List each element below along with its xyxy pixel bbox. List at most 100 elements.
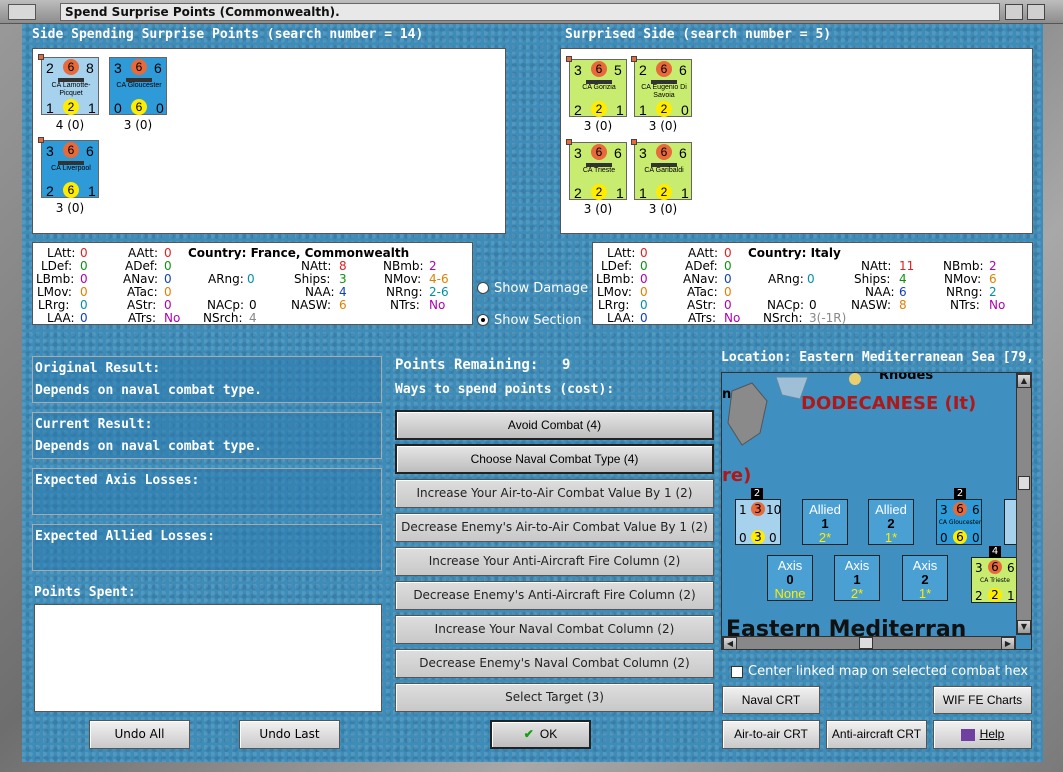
select-target-button[interactable]: Select Target (3) <box>395 683 714 712</box>
stat-label: NSrch: <box>203 311 243 325</box>
unit-name: CA Liverpool <box>51 165 91 172</box>
table-title: Axis <box>844 558 870 573</box>
table-title: Axis <box>777 558 803 573</box>
unit-value: 2 <box>574 102 582 118</box>
stat-value: 0 <box>807 272 815 286</box>
table-number: 2 <box>887 516 895 531</box>
undo-last-button[interactable]: Undo Last <box>239 720 340 749</box>
unit-value: 3 <box>574 62 582 78</box>
unit-caption: 3 (0) <box>55 201 85 215</box>
unit-value: 6 <box>679 62 687 78</box>
unit-value: 6 <box>63 59 79 75</box>
show-damage-radio[interactable]: Show Damage <box>477 281 588 296</box>
show-section-radio[interactable]: Show Section <box>477 313 582 328</box>
table-number: 1 <box>853 572 861 587</box>
avoid-combat-button[interactable]: Avoid Combat (4) <box>395 410 714 440</box>
surprised-side-units-panel[interactable]: 3 6 5 CA Gorizia 2 2 1 3 (0) 2 6 6 CA Eu… <box>560 48 1033 234</box>
stat-value: 0 <box>80 311 88 325</box>
stat-label: NTrs: <box>390 298 420 312</box>
spending-side-units-panel[interactable]: 2 6 8 CA Lamotte-Picquet 1 2 1 4 (0) 3 6… <box>32 48 506 234</box>
unit-value: 2 <box>988 588 1002 602</box>
combat-map[interactable]: Rhodes n DODECANESE (It) re) 1 3 10 0 3 … <box>721 372 1032 650</box>
unit-value: 2 <box>46 60 54 76</box>
naval-crt-button[interactable]: Naval CRT <box>722 686 820 714</box>
unit-value: 6 <box>614 145 622 161</box>
decrease-enemy-air-to-air-button[interactable]: Decrease Enemy's Air-to-Air Combat Value… <box>395 513 714 542</box>
unit-counter[interactable]: 3 6 6 CA Garibaldi 1 2 1 <box>631 139 692 201</box>
stat-label: NSrch: <box>763 311 803 325</box>
unit-value: 6 <box>972 503 980 517</box>
map-partial-label: n <box>722 387 732 402</box>
unit-value: 2 <box>656 101 672 117</box>
stat-label: ATrs: <box>688 311 717 325</box>
allied-table-1[interactable]: Allied 1 2* <box>802 499 848 545</box>
decrease-enemy-naval-combat-button[interactable]: Decrease Enemy's Naval Combat Column (2) <box>395 649 714 678</box>
allied-table-2[interactable]: Allied 2 1* <box>868 499 914 545</box>
map-unit-counter[interactable]: 3 6 6 CA Gloucester 0 6 0 <box>936 499 982 545</box>
points-remaining-value: 9 <box>562 357 571 373</box>
center-linked-map-checkbox[interactable]: Center linked map on selected combat hex <box>731 664 1028 679</box>
points-spent-list[interactable] <box>34 604 382 712</box>
axis-table-0[interactable]: Axis 0 None <box>767 555 813 601</box>
map-horizontal-scrollbar[interactable]: ◀ ▶ <box>722 636 1016 649</box>
air-to-air-crt-button[interactable]: Air-to-air CRT <box>722 720 820 749</box>
unit-marker <box>38 137 44 143</box>
unit-value: 2 <box>591 101 607 117</box>
unit-counter[interactable]: 3 6 6 CA Trieste 2 2 1 <box>566 139 627 201</box>
undo-all-button[interactable]: Undo All <box>89 720 190 749</box>
scroll-thumb[interactable] <box>1018 476 1030 490</box>
scroll-right-icon[interactable]: ▶ <box>1001 637 1015 649</box>
radio-label: Show Damage <box>494 281 589 296</box>
unit-counter[interactable]: 3 6 5 CA Gorizia 2 2 1 <box>566 56 627 118</box>
unit-value: 1 <box>639 185 647 201</box>
unit-value: 6 <box>656 61 672 77</box>
anti-aircraft-crt-button[interactable]: Anti-aircraft CRT <box>826 720 927 749</box>
scroll-thumb[interactable] <box>859 637 873 649</box>
axis-table-1[interactable]: Axis 1 2* <box>834 555 880 601</box>
unit-counter[interactable]: 3 6 6 CA Liverpool 2 6 1 <box>38 137 99 198</box>
points-remaining-label: Points Remaining: <box>395 357 539 373</box>
system-menu-button[interactable] <box>8 4 36 20</box>
unit-value: 0 <box>940 531 948 545</box>
map-vertical-scrollbar[interactable]: ▲ ▼ <box>1016 373 1031 635</box>
unit-counter[interactable]: 2 6 8 CA Lamotte-Picquet 1 2 1 <box>38 54 99 115</box>
ok-button[interactable]: ✔ OK <box>490 720 591 749</box>
unit-counter[interactable]: 3 6 6 CA Gloucester 0 6 0 <box>109 57 167 115</box>
map-unit-counter[interactable]: 1 3 10 0 3 0 <box>735 499 781 545</box>
scroll-left-icon[interactable]: ◀ <box>723 637 737 649</box>
unit-value: 1 <box>616 185 624 201</box>
axis-table-2[interactable]: Axis 2 1* <box>902 555 948 601</box>
scroll-down-icon[interactable]: ▼ <box>1017 620 1031 634</box>
help-button[interactable]: Help <box>933 720 1032 749</box>
map-unit-counter[interactable]: 3 6 6 CA Trieste 2 2 1 <box>971 557 1017 603</box>
unit-value: 6 <box>953 502 967 516</box>
unit-counter[interactable]: 2 6 6 CA Eugenio Di Savoia 1 2 0 <box>631 56 692 118</box>
radio-label: Show Section <box>494 313 582 328</box>
expected-allied-losses-box: Expected Allied Losses: <box>32 524 382 571</box>
title-bar[interactable]: Spend Surprise Points (Commonwealth). <box>0 0 1063 24</box>
unit-value: 3 <box>574 145 582 161</box>
unit-value: 2 <box>639 62 647 78</box>
unit-marker <box>38 54 44 60</box>
increase-air-to-air-button[interactable]: Increase Your Air-to-Air Combat Value By… <box>395 479 714 508</box>
minimize-button[interactable] <box>1005 4 1023 20</box>
unit-value: 1 <box>639 102 647 118</box>
stat-value: 4 <box>249 311 257 325</box>
choose-naval-combat-type-button[interactable]: Choose Naval Combat Type (4) <box>395 444 714 474</box>
increase-anti-aircraft-button[interactable]: Increase Your Anti-Aircraft Fire Column … <box>395 547 714 576</box>
table-title: Allied <box>875 502 907 517</box>
table-number: 1 <box>821 516 829 531</box>
wif-fe-charts-button[interactable]: WIF FE Charts <box>933 686 1032 714</box>
unit-value: 3 <box>46 143 54 159</box>
unit-value: 6 <box>679 145 687 161</box>
increase-naval-combat-button[interactable]: Increase Your Naval Combat Column (2) <box>395 615 714 644</box>
points-spent-label: Points Spent: <box>34 585 136 600</box>
unit-name: CA Trieste <box>980 577 1010 584</box>
unit-caption: 3 (0) <box>583 202 613 216</box>
map-region-label: re) <box>722 465 752 486</box>
maximize-button[interactable] <box>1027 4 1045 20</box>
decrease-enemy-anti-aircraft-button[interactable]: Decrease Enemy's Anti-Aircraft Fire Colu… <box>395 581 714 610</box>
scroll-up-icon[interactable]: ▲ <box>1017 374 1031 388</box>
original-result-box: Original Result: Depends on naval combat… <box>32 356 382 403</box>
unit-value: 6 <box>591 61 607 77</box>
